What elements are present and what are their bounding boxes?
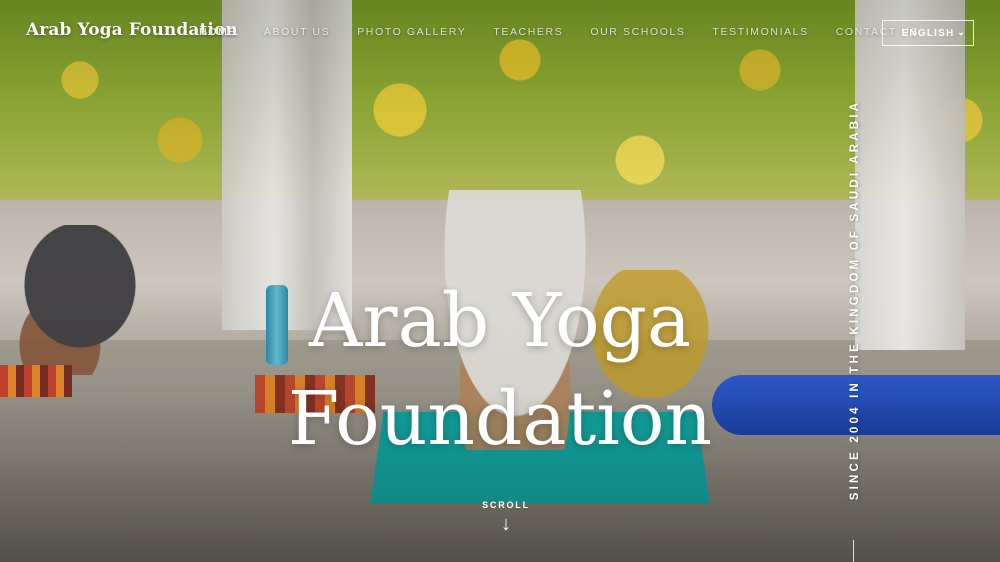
tagline-divider bbox=[853, 540, 854, 562]
chevron-down-icon: ⌄ bbox=[957, 27, 966, 37]
navbar: Arab Yoga Foundation HOME ABOUT US PHOTO… bbox=[0, 0, 1000, 66]
language-selected: ENGLISH bbox=[901, 27, 955, 39]
nav-home[interactable]: HOME bbox=[199, 26, 237, 38]
scroll-label: SCROLL bbox=[482, 500, 530, 510]
nav-photo-gallery[interactable]: PHOTO GALLERY bbox=[357, 26, 466, 38]
tagline-text: SINCE 2004 IN THE KINGDOM OF SAUDI ARABI… bbox=[849, 99, 861, 501]
nav-testimonials[interactable]: TESTIMONIALS bbox=[713, 26, 809, 38]
language-select[interactable]: ENGLISH ⌄ bbox=[882, 20, 974, 46]
scroll-indicator[interactable]: SCROLL ↓ bbox=[476, 500, 536, 534]
vertical-tagline: SINCE 2004 IN THE KINGDOM OF SAUDI ARABI… bbox=[846, 72, 864, 528]
nav-our-schools[interactable]: OUR SCHOOLS bbox=[590, 26, 685, 38]
nav-about-us[interactable]: ABOUT US bbox=[264, 26, 330, 38]
nav-teachers[interactable]: TEACHERS bbox=[493, 26, 563, 38]
arrow-down-icon: ↓ bbox=[501, 513, 511, 535]
main-nav: HOME ABOUT US PHOTO GALLERY TEACHERS OUR… bbox=[199, 26, 946, 38]
